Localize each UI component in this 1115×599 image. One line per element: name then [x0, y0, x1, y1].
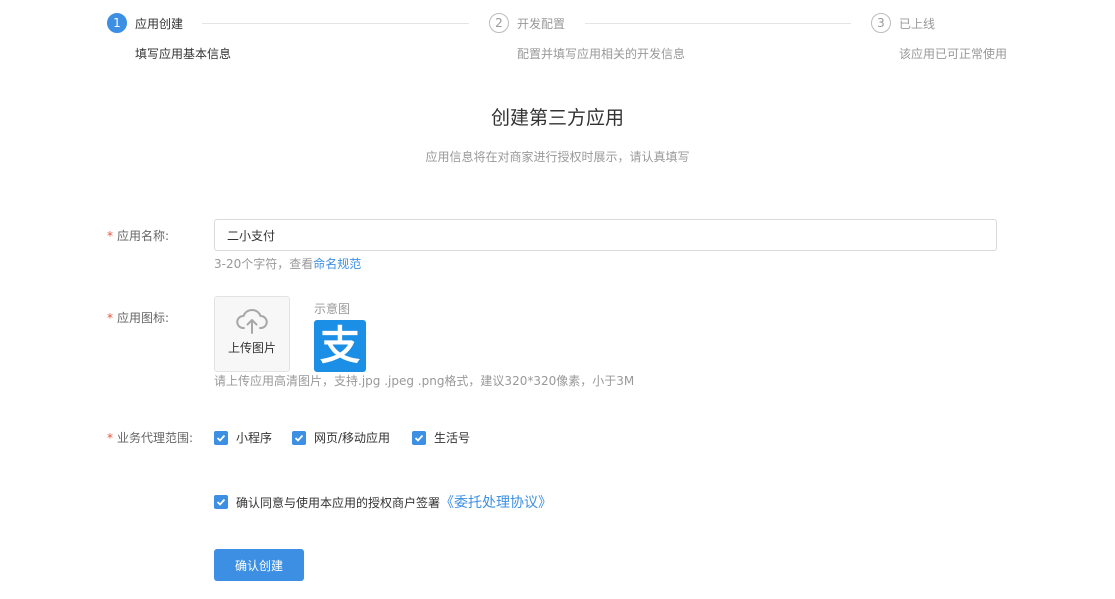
entrustment-agreement-link[interactable]: 《委托处理协议》: [440, 492, 552, 512]
step-connector: [202, 23, 469, 24]
app-icon-label-text: 应用图标:: [117, 311, 170, 325]
app-name-input[interactable]: [214, 219, 997, 251]
app-name-hint-text: 3-20个字符，查看: [214, 257, 314, 271]
steps-bar: 1 应用创建 填写应用基本信息 2 开发配置 配置并填写应用相关的开发信息 3 …: [0, 0, 1115, 70]
alipay-glyph: 支: [320, 323, 360, 369]
cloud-upload-icon: [236, 309, 268, 334]
step-1-desc: 填写应用基本信息: [135, 47, 232, 61]
step-3-desc: 该应用已可正常使用: [899, 47, 1008, 61]
checkbox-checked-icon: [214, 495, 228, 509]
upload-image-button[interactable]: 上传图片: [214, 296, 290, 372]
sample-label: 示意图: [314, 302, 351, 316]
step-1: 1 应用创建: [107, 13, 183, 33]
step-2-desc: 配置并填写应用相关的开发信息: [517, 47, 686, 61]
app-name-hint: 3-20个字符，查看命名规范: [214, 255, 361, 272]
scope-label-text: 业务代理范围:: [117, 431, 194, 445]
icon-hint: 请上传应用高清图片，支持.jpg .jpeg .png格式，建议320*320像…: [214, 374, 635, 388]
checkbox-checked-icon: [214, 430, 228, 445]
scope-label: * 业务代理范围:: [107, 429, 193, 446]
checkbox-checked-icon: [292, 430, 306, 445]
step-2-number: 2: [489, 13, 509, 33]
naming-rules-link[interactable]: 命名规范: [313, 257, 361, 271]
app-name-label-text: 应用名称:: [117, 229, 170, 243]
page-subtitle: 应用信息将在对商家进行授权时展示，请认真填写: [425, 150, 690, 164]
agreement-text: 确认同意与使用本应用的授权商户签署: [236, 495, 441, 510]
step-3: 3 已上线: [871, 13, 935, 33]
step-1-number: 1: [107, 13, 127, 33]
app-icon-label: * 应用图标:: [107, 309, 169, 326]
scope-checkbox-web-mobile[interactable]: 网页/移动应用: [292, 429, 390, 446]
scope-option-label: 小程序: [236, 431, 273, 445]
app-name-label: * 应用名称:: [107, 227, 169, 244]
step-3-number: 3: [871, 13, 891, 33]
step-connector: [585, 23, 851, 24]
step-2-title: 开发配置: [517, 16, 566, 31]
upload-image-label: 上传图片: [227, 341, 276, 355]
step-3-title: 已上线: [899, 16, 936, 31]
required-mark: *: [107, 431, 113, 445]
required-mark: *: [107, 229, 113, 243]
scope-checkbox-lifestyle[interactable]: 生活号: [412, 429, 470, 446]
scope-checkbox-miniprogram[interactable]: 小程序: [214, 429, 272, 446]
scope-option-label: 生活号: [434, 431, 471, 445]
alipay-sample-icon: 支: [314, 320, 366, 372]
step-2: 2 开发配置: [489, 13, 565, 33]
required-mark: *: [107, 311, 113, 325]
scope-option-label: 网页/移动应用: [314, 431, 391, 445]
page-title: 创建第三方应用: [490, 107, 624, 129]
agreement-checkbox[interactable]: 确认同意与使用本应用的授权商户签署 《委托处理协议》: [214, 492, 552, 512]
checkbox-checked-icon: [412, 430, 426, 445]
step-1-title: 应用创建: [135, 16, 184, 31]
confirm-create-button[interactable]: 确认创建: [214, 549, 304, 581]
